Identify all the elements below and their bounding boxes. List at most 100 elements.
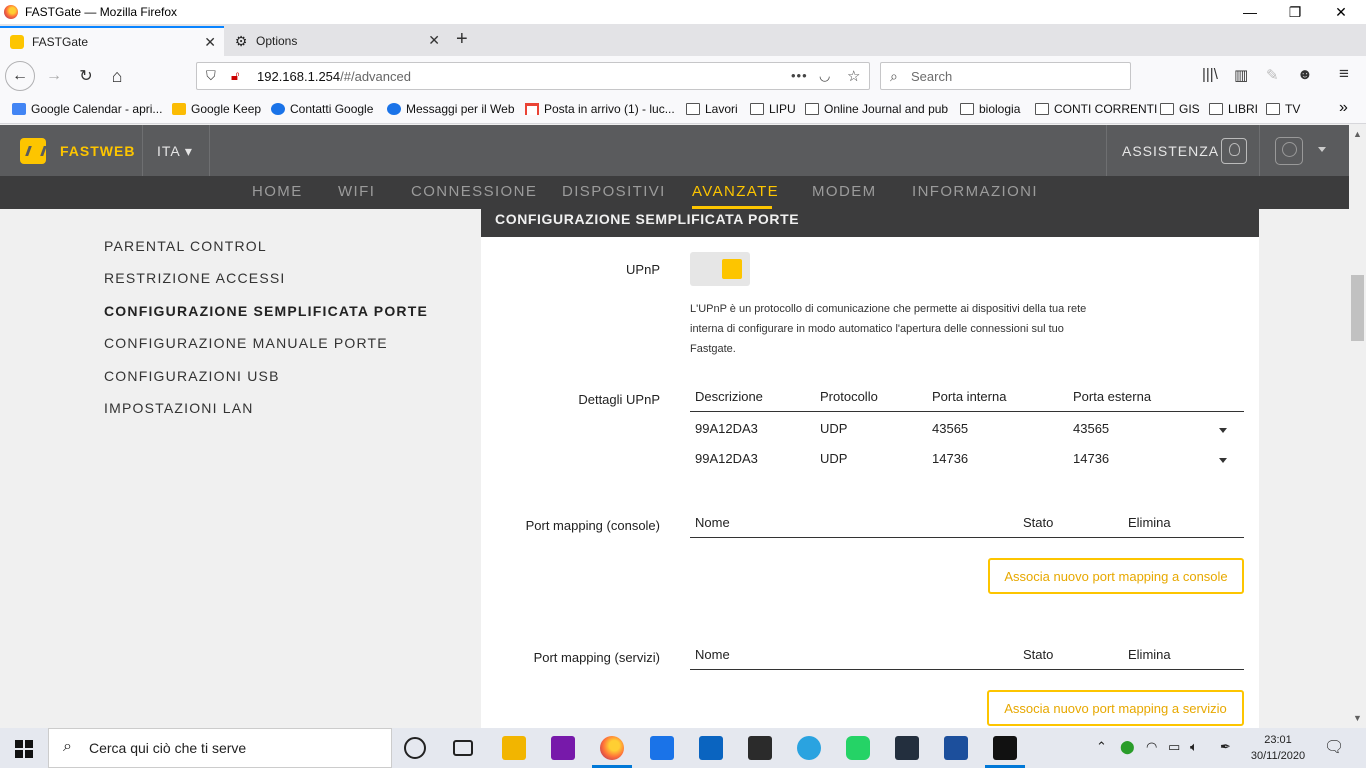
- volume-icon[interactable]: 🔈︎: [1190, 739, 1198, 755]
- assistenza-link[interactable]: ASSISTENZA: [1122, 143, 1219, 159]
- tab-fastgate[interactable]: FASTGate ✕: [0, 26, 224, 56]
- bookmark-folder-libri[interactable]: LIBRI: [1209, 102, 1258, 116]
- page-actions-icon[interactable]: •••: [791, 68, 808, 83]
- fastweb-logo-icon[interactable]: [20, 138, 46, 164]
- file-explorer-icon[interactable]: [502, 736, 526, 760]
- terminal-icon[interactable]: [985, 736, 1025, 768]
- pen-icon[interactable]: ✒: [1220, 739, 1231, 755]
- bookmark-google-keep[interactable]: Google Keep: [172, 102, 261, 116]
- extension-icon[interactable]: ✎: [1266, 66, 1279, 84]
- library-icon[interactable]: |||\: [1202, 66, 1218, 83]
- chevron-down-icon[interactable]: [1318, 147, 1326, 152]
- outlook-icon[interactable]: [699, 736, 723, 760]
- toggle-knob: [722, 259, 742, 279]
- pocket-icon[interactable]: ◡: [819, 68, 830, 84]
- minimize-button[interactable]: —: [1227, 0, 1273, 24]
- sidebar-icon[interactable]: ▥: [1234, 66, 1248, 84]
- tray-overflow-icon[interactable]: ⌃: [1096, 739, 1107, 755]
- bookmark-contatti-google[interactable]: Contatti Google: [271, 102, 373, 116]
- url-bar[interactable]: ⛉ 🔓︎ 192.168.1.254 /#/advanced ••• ◡ ☆: [196, 62, 870, 90]
- back-button[interactable]: ←: [5, 61, 35, 91]
- sidebar-item-impostazioni-lan[interactable]: IMPOSTAZIONI LAN: [104, 400, 254, 416]
- folder-icon: [1160, 103, 1174, 115]
- close-tab-icon[interactable]: ✕: [428, 32, 440, 49]
- row-expand-icon[interactable]: [1219, 428, 1227, 433]
- cortana-icon[interactable]: [404, 737, 426, 759]
- wifi-icon[interactable]: ◠: [1146, 739, 1157, 755]
- account-avatar-icon[interactable]: ☻: [1297, 66, 1313, 83]
- new-tab-button[interactable]: +: [456, 28, 468, 51]
- page-scrollbar[interactable]: ▲ ▼: [1349, 125, 1366, 728]
- bookmark-folder-tv[interactable]: TV: [1266, 102, 1300, 116]
- row-expand-icon[interactable]: [1219, 458, 1227, 463]
- taskbar-search-input[interactable]: ⌕ Cerca qui ciò che ti serve: [48, 728, 392, 768]
- reload-button[interactable]: ↻: [72, 64, 100, 88]
- sidebar-item-configurazione-manuale[interactable]: CONFIGURAZIONE MANUALE PORTE: [104, 335, 388, 351]
- close-window-button[interactable]: ✕: [1318, 0, 1364, 24]
- bookmark-gmail[interactable]: Posta in arrivo (1) - luc...: [525, 102, 675, 116]
- notifications-icon[interactable]: 🗨︎: [1324, 737, 1344, 757]
- bookmark-folder-gis[interactable]: GIS: [1160, 102, 1200, 116]
- insecure-lock-icon[interactable]: 🔓︎: [231, 68, 239, 84]
- calendar-app-icon[interactable]: [650, 736, 674, 760]
- lightbulb-icon[interactable]: [1221, 138, 1247, 164]
- mail-app-icon[interactable]: [944, 736, 968, 760]
- sidebar-item-parental-control[interactable]: PARENTAL CONTROL: [104, 238, 267, 254]
- battery-icon[interactable]: ▭: [1168, 739, 1180, 755]
- scroll-up-icon[interactable]: ▲: [1353, 129, 1362, 139]
- menu-connessione[interactable]: CONNESSIONE: [411, 183, 537, 200]
- whatsapp-icon[interactable]: [846, 736, 870, 760]
- menu-wifi[interactable]: WIFI: [338, 183, 375, 200]
- telegram-icon[interactable]: [797, 736, 821, 760]
- bookmark-google-calendar[interactable]: Google Calendar - apri...: [12, 102, 162, 116]
- bookmark-folder-lavori[interactable]: Lavori: [686, 102, 738, 116]
- divider: [1106, 125, 1107, 176]
- store-icon[interactable]: [748, 736, 772, 760]
- upnp-toggle[interactable]: [690, 252, 750, 286]
- user-icon[interactable]: [1275, 137, 1303, 165]
- upnp-description: L'UPnP è un protocollo di comunicazione …: [690, 303, 1087, 355]
- windows-start-icon[interactable]: [15, 740, 33, 758]
- scroll-down-icon[interactable]: ▼: [1353, 713, 1362, 723]
- bookmark-folder-online-journal[interactable]: Online Journal and pub: [805, 102, 948, 116]
- bookmark-folder-lipu[interactable]: LIPU: [750, 102, 796, 116]
- bookmark-folder-conti-correnti[interactable]: CONTI CORRENTI: [1035, 102, 1157, 116]
- tray-app-icon[interactable]: ⬤: [1120, 739, 1135, 755]
- scrollbar-thumb[interactable]: [1351, 275, 1364, 341]
- shield-icon[interactable]: ⛉: [206, 68, 216, 84]
- language-selector[interactable]: ITA ▾: [157, 143, 193, 160]
- config-panel: CONFIGURAZIONE SEMPLIFICATA PORTE UPnP L…: [481, 209, 1259, 728]
- add-console-mapping-button[interactable]: Associa nuovo port mapping a console: [988, 558, 1244, 594]
- bookmarks-overflow-button[interactable]: »: [1339, 99, 1348, 117]
- bookmark-messaggi[interactable]: Messaggi per il Web: [387, 102, 515, 116]
- taskbar-clock[interactable]: 23:01 30/11/2020: [1248, 732, 1308, 764]
- menu-home[interactable]: HOME: [252, 183, 303, 200]
- menu-avanzate[interactable]: AVANZATE: [692, 183, 779, 200]
- forward-button[interactable]: →: [40, 64, 68, 88]
- bookmark-folder-biologia[interactable]: biologia: [960, 102, 1020, 116]
- sidebar-item-restrizione-accessi[interactable]: RESTRIZIONE ACCESSI: [104, 270, 286, 286]
- hamburger-menu-icon[interactable]: ≡: [1339, 64, 1349, 84]
- search-bar[interactable]: ⌕ Search: [880, 62, 1131, 90]
- menu-informazioni[interactable]: INFORMAZIONI: [912, 183, 1038, 200]
- header-divider: [690, 669, 1244, 670]
- panel-header: CONFIGURAZIONE SEMPLIFICATA PORTE: [481, 209, 1259, 237]
- fastweb-brand[interactable]: FASTWEB: [60, 143, 135, 159]
- close-tab-icon[interactable]: ✕: [204, 34, 216, 51]
- firefox-taskbar-icon[interactable]: [592, 736, 632, 768]
- amazon-music-icon[interactable]: [895, 736, 919, 760]
- header-divider: [690, 537, 1244, 538]
- tab-options[interactable]: ⚙ Options ✕: [224, 26, 448, 56]
- upnp-details-table: Descrizione Protocollo Porta interna Por…: [690, 389, 1244, 479]
- add-service-mapping-button[interactable]: Associa nuovo port mapping a servizio: [987, 690, 1244, 726]
- restore-button[interactable]: ❐: [1272, 0, 1318, 24]
- sidebar-item-configurazioni-usb[interactable]: CONFIGURAZIONI USB: [104, 368, 280, 384]
- bookmark-star-icon[interactable]: ☆: [847, 67, 860, 85]
- menu-dispositivi[interactable]: DISPOSITIVI: [562, 183, 666, 200]
- menu-modem[interactable]: MODEM: [812, 183, 877, 200]
- task-view-icon[interactable]: [453, 740, 473, 756]
- home-button[interactable]: ⌂: [103, 64, 131, 88]
- onenote-icon[interactable]: [551, 736, 575, 760]
- gmail-icon: [525, 103, 539, 115]
- sidebar-item-configurazione-semplificata[interactable]: CONFIGURAZIONE SEMPLIFICATA PORTE: [104, 303, 428, 319]
